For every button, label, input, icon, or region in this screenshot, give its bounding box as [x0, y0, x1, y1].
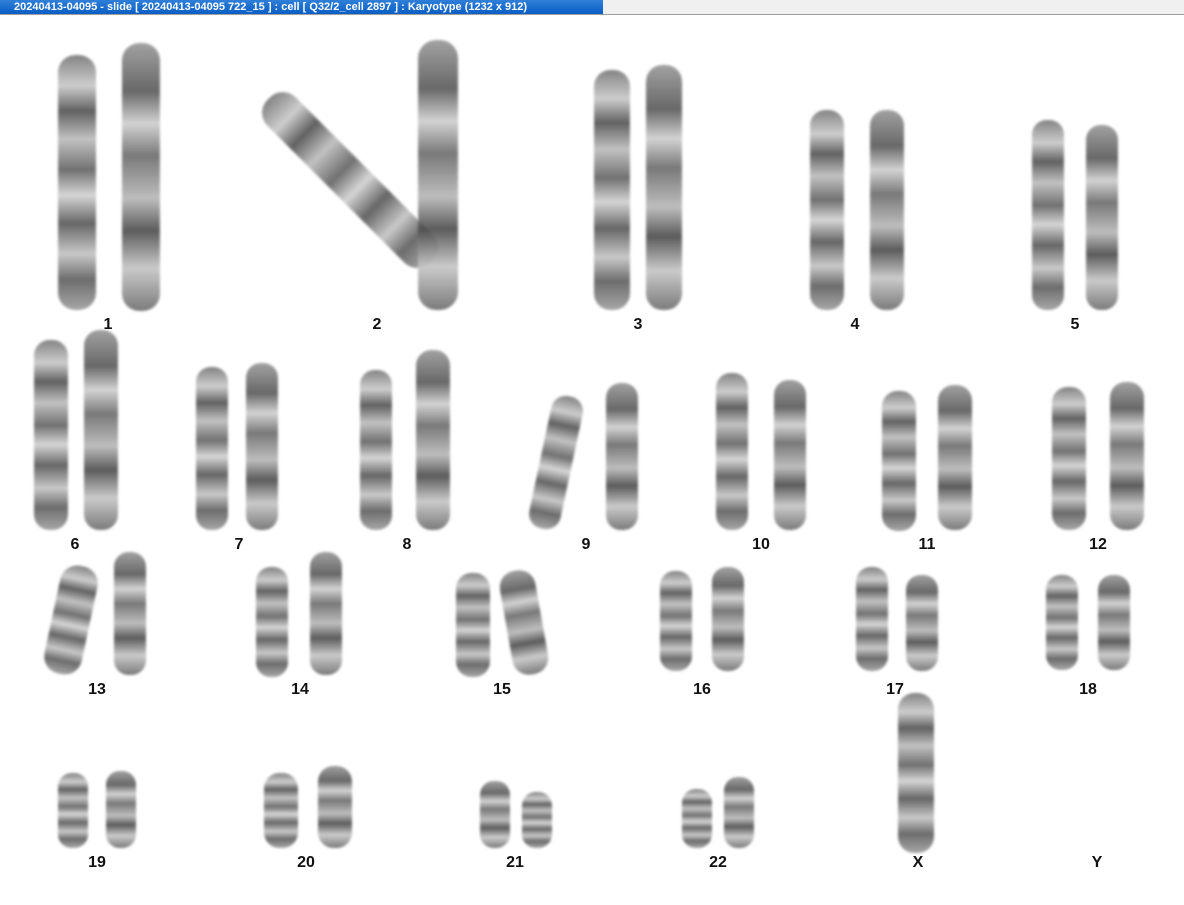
label-chromosome-21: 21 [506, 854, 524, 871]
chromosome-13b[interactable] [114, 552, 146, 675]
chromosome-14a[interactable] [256, 567, 288, 677]
chromosome-6b[interactable] [84, 330, 118, 530]
chromosome-12b[interactable] [1110, 382, 1144, 530]
label-chromosome-15: 15 [493, 681, 511, 698]
chromosome-13a[interactable] [41, 562, 101, 677]
label-chromosome-4: 4 [850, 316, 860, 333]
chromosome-6a[interactable] [34, 340, 68, 530]
chromosome-17a[interactable] [856, 567, 888, 671]
chromosome-19a[interactable] [58, 773, 88, 848]
chromosome-16b[interactable] [712, 567, 744, 671]
chromosome-10b[interactable] [774, 380, 806, 530]
chromosome-22b[interactable] [724, 777, 754, 848]
chromosome-3b[interactable] [646, 65, 682, 310]
title-bar: 20240413-04095 - slide [ 20240413-04095 … [0, 0, 1184, 15]
chromosome-4a[interactable] [810, 110, 844, 310]
label-chromosome-18: 18 [1079, 681, 1097, 698]
label-chromosome-x: X [912, 854, 924, 871]
label-chromosome-19: 19 [88, 854, 106, 871]
label-chromosome-9: 9 [581, 536, 591, 553]
chromosome-9b[interactable] [606, 383, 638, 530]
window-title[interactable]: 20240413-04095 - slide [ 20240413-04095 … [0, 0, 603, 14]
chromosome-7a[interactable] [196, 367, 228, 530]
chromosome-1b[interactable] [122, 43, 160, 311]
chromosome-14b[interactable] [310, 552, 342, 675]
karyotype-canvas: 1 2 3 4 5 6 7 8 9 10 11 12 13 14 15 16 1… [0, 15, 1184, 900]
label-chromosome-17: 17 [886, 681, 904, 698]
chromosome-17b[interactable] [906, 575, 938, 671]
chromosome-21b[interactable] [522, 792, 552, 848]
chromosome-x[interactable] [898, 693, 934, 853]
label-chromosome-10: 10 [752, 536, 770, 553]
label-chromosome-2: 2 [372, 316, 382, 333]
chromosome-8a[interactable] [360, 370, 392, 530]
label-chromosome-5: 5 [1070, 316, 1080, 333]
chromosome-9a[interactable] [526, 393, 585, 532]
chromosome-10a[interactable] [716, 373, 748, 530]
chromosome-3a[interactable] [594, 70, 630, 310]
chromosome-11b[interactable] [938, 385, 972, 530]
chromosome-layer [34, 40, 1144, 853]
chromosome-5a[interactable] [1032, 120, 1064, 310]
chromosome-1a[interactable] [58, 55, 96, 310]
chromosome-5b[interactable] [1086, 125, 1118, 310]
label-chromosome-14: 14 [291, 681, 309, 698]
label-chromosome-13: 13 [88, 681, 106, 698]
chromosome-2a[interactable] [255, 85, 446, 276]
chromosome-4b[interactable] [870, 110, 904, 310]
chromosome-15b[interactable] [497, 568, 551, 678]
chromosome-7b[interactable] [246, 363, 278, 530]
chromosome-20b[interactable] [318, 766, 352, 848]
label-chromosome-8: 8 [402, 536, 412, 553]
chromosome-18b[interactable] [1098, 575, 1130, 670]
chromosome-19b[interactable] [106, 771, 136, 848]
chromosome-12a[interactable] [1052, 387, 1086, 530]
label-chromosome-y: Y [1091, 854, 1103, 871]
label-chromosome-1: 1 [103, 316, 113, 333]
label-chromosome-20: 20 [297, 854, 315, 871]
label-chromosome-11: 11 [918, 536, 936, 553]
chromosome-18a[interactable] [1046, 575, 1078, 670]
chromosome-21a[interactable] [480, 781, 510, 848]
chromosome-20a[interactable] [264, 773, 298, 848]
label-chromosome-12: 12 [1089, 536, 1107, 553]
chromosome-2b[interactable] [418, 40, 458, 310]
label-chromosome-6: 6 [70, 536, 80, 553]
chromosome-11a[interactable] [882, 391, 916, 531]
chromosome-16a[interactable] [660, 571, 692, 671]
label-chromosome-7: 7 [234, 536, 244, 553]
chromosome-8b[interactable] [416, 350, 450, 530]
label-chromosome-3: 3 [633, 316, 643, 333]
chromosome-22a[interactable] [682, 789, 712, 848]
chromosome-15a[interactable] [456, 573, 490, 677]
label-chromosome-22: 22 [709, 854, 727, 871]
label-chromosome-16: 16 [693, 681, 711, 698]
